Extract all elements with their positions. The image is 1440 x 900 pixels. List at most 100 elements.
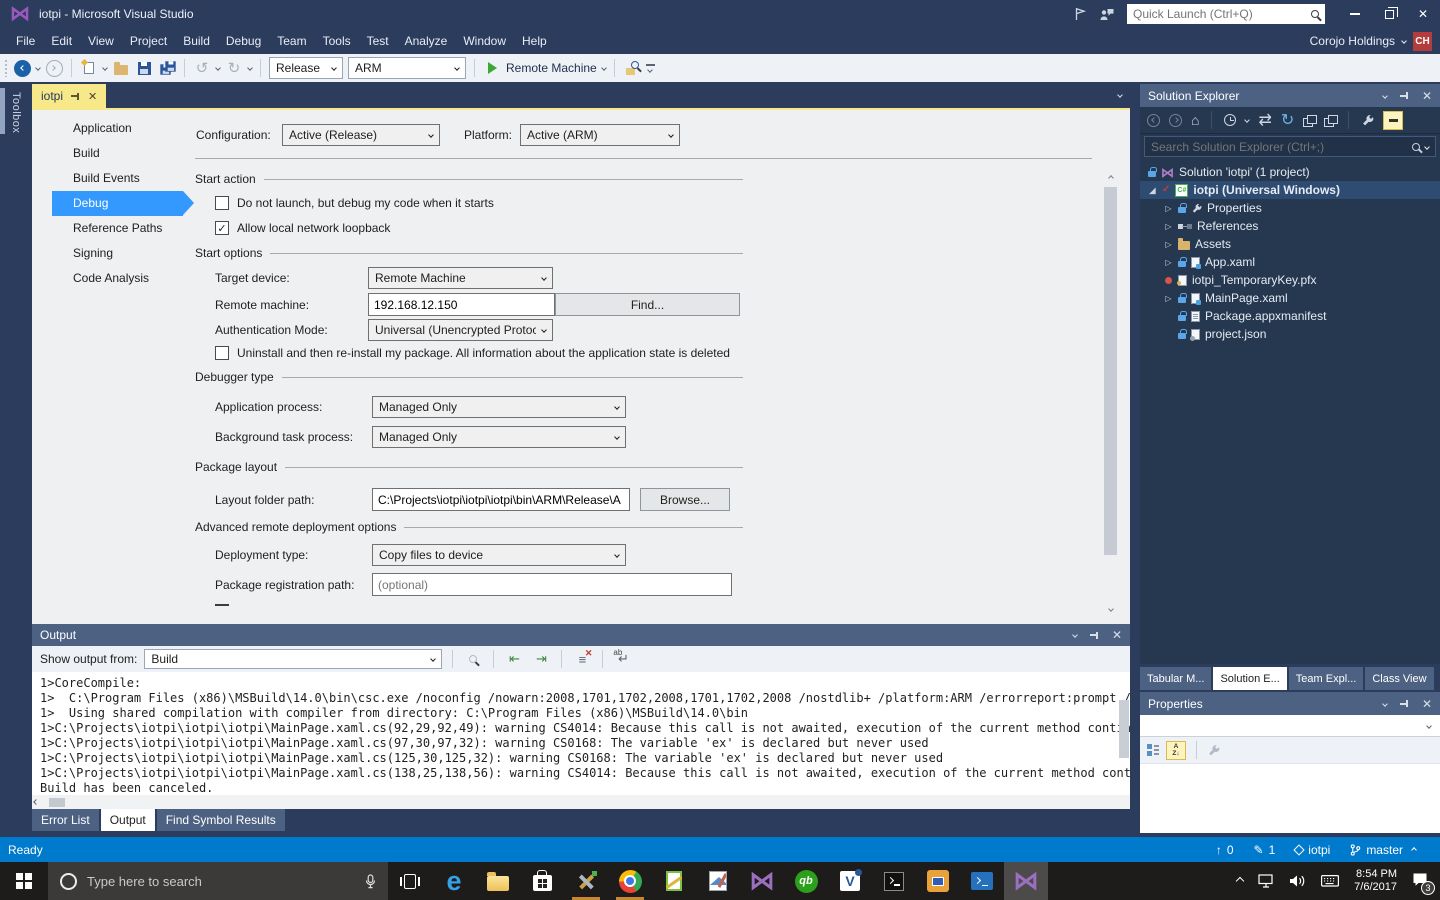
window-position-chevron-icon[interactable]: [1382, 93, 1388, 99]
new-project-chevron-icon[interactable]: [102, 65, 108, 71]
open-file-icon[interactable]: [112, 57, 130, 79]
browse-button[interactable]: Browse...: [640, 488, 730, 511]
menu-help[interactable]: Help: [514, 28, 555, 54]
menu-edit[interactable]: Edit: [43, 28, 80, 54]
microsoft-store-icon[interactable]: [520, 862, 564, 900]
menu-window[interactable]: Window: [455, 28, 514, 54]
taskbar-clock[interactable]: 8:54 PM 7/6/2017: [1354, 868, 1397, 895]
auth-mode-dropdown[interactable]: Universal (Unencrypted Protoc: [368, 319, 553, 341]
find-button[interactable]: Find...: [555, 293, 740, 316]
account-name[interactable]: Corojo Holdings: [1310, 34, 1395, 48]
taskbar-search[interactable]: Type here to search: [48, 862, 388, 900]
pending-changes-filter-icon[interactable]: [1224, 114, 1236, 126]
tree-item-project-json[interactable]: project.json: [1140, 325, 1440, 343]
remote-desktop-icon[interactable]: [916, 862, 960, 900]
tree-item-app-xaml[interactable]: ▷ App.xaml: [1140, 253, 1440, 271]
tree-item-properties[interactable]: ▷ Properties: [1140, 199, 1440, 217]
output-vertical-scrollbar[interactable]: [1119, 700, 1129, 758]
find-in-files-icon[interactable]: [623, 57, 641, 79]
next-message-icon[interactable]: ⇥: [531, 649, 551, 669]
paint-icon[interactable]: [696, 862, 740, 900]
undo-chevron-icon[interactable]: [215, 65, 221, 71]
powershell-icon[interactable]: [960, 862, 1004, 900]
account-avatar[interactable]: CH: [1413, 32, 1432, 51]
properties-wrench-icon[interactable]: [1361, 114, 1374, 127]
navigate-forward-icon[interactable]: [45, 57, 63, 79]
close-button[interactable]: ✕: [1406, 0, 1440, 28]
start-debugging-target[interactable]: Remote Machine: [506, 61, 597, 75]
pin-icon[interactable]: [1400, 91, 1409, 100]
search-options-chevron-icon[interactable]: [1424, 144, 1430, 150]
pin-icon[interactable]: [71, 92, 80, 101]
scrollbar-thumb[interactable]: [1104, 187, 1117, 555]
output-log[interactable]: 1>CoreCompile: 1> C:\Program Files (x86)…: [32, 672, 1130, 795]
find-message-icon[interactable]: [463, 649, 483, 669]
tab-list-chevron-icon[interactable]: [1117, 92, 1123, 98]
save-icon[interactable]: [135, 57, 153, 79]
keyboard-icon[interactable]: [1321, 875, 1339, 887]
quick-launch-search[interactable]: [1127, 4, 1325, 24]
expander-collapsed-icon[interactable]: ▷: [1164, 240, 1173, 249]
navigate-back-chevron-icon[interactable]: [35, 65, 41, 71]
repository[interactable]: iotpi: [1295, 843, 1330, 857]
action-center-icon[interactable]: 3: [1412, 872, 1428, 891]
tree-item-package-appxmanifest[interactable]: Package.appxmanifest: [1140, 307, 1440, 325]
close-tab-icon[interactable]: ✕: [88, 90, 97, 103]
menu-tools[interactable]: Tools: [315, 28, 359, 54]
properties-grid[interactable]: [1140, 763, 1440, 833]
menu-analyze[interactable]: Analyze: [397, 28, 456, 54]
tab-iotpi[interactable]: iotpi ✕: [32, 84, 106, 108]
menu-test[interactable]: Test: [359, 28, 397, 54]
start-debugging-chevron-icon[interactable]: [601, 65, 607, 71]
expander-collapsed-icon[interactable]: ▷: [1164, 294, 1173, 303]
redo-chevron-icon[interactable]: [247, 65, 253, 71]
solution-search-input[interactable]: [1151, 140, 1407, 154]
menu-project[interactable]: Project: [122, 28, 175, 54]
close-panel-icon[interactable]: ✕: [1422, 697, 1432, 711]
expander-collapsed-icon[interactable]: ▷: [1164, 222, 1173, 231]
platform-dropdown[interactable]: Active (ARM): [520, 124, 680, 146]
start-debugging-icon[interactable]: [483, 57, 501, 79]
expander-collapsed-icon[interactable]: ▷: [1164, 258, 1173, 267]
remote-machine-input[interactable]: [368, 293, 555, 316]
menu-file[interactable]: File: [8, 28, 43, 54]
menu-debug[interactable]: Debug: [218, 28, 269, 54]
search-icon[interactable]: [1311, 10, 1319, 18]
no-launch-checkbox[interactable]: [215, 196, 229, 210]
deployment-type-dropdown[interactable]: Copy files to device: [372, 544, 626, 566]
close-panel-icon[interactable]: ✕: [1112, 628, 1122, 642]
window-position-chevron-icon[interactable]: [1382, 701, 1388, 707]
redo-icon[interactable]: ↻: [225, 57, 243, 79]
word-wrap-icon[interactable]: ab↵: [613, 649, 633, 669]
tab-class-view[interactable]: Class View: [1365, 667, 1433, 690]
close-panel-icon[interactable]: ✕: [1422, 89, 1432, 103]
undo-icon[interactable]: ↺: [193, 57, 211, 79]
tab-error-list[interactable]: Error List: [32, 809, 99, 831]
alphabetical-sort-icon[interactable]: AZ↓: [1166, 741, 1186, 760]
application-process-dropdown[interactable]: Managed Only: [372, 396, 626, 418]
volume-icon[interactable]: [1289, 874, 1306, 888]
iot-dashboard-icon[interactable]: [564, 862, 608, 900]
configuration-dropdown[interactable]: Active (Release): [282, 124, 440, 146]
tree-item-solution[interactable]: ⋈ Solution 'iotpi' (1 project): [1140, 163, 1440, 181]
quick-launch-input[interactable]: [1133, 7, 1305, 21]
send-feedback-icon[interactable]: [1099, 8, 1114, 21]
new-project-icon[interactable]: [80, 57, 98, 79]
notifications-flag-icon[interactable]: [1074, 7, 1086, 21]
pending-edits[interactable]: ✎ 1: [1254, 843, 1276, 857]
forward-icon[interactable]: [1169, 114, 1182, 127]
toolbar-grip[interactable]: [4, 59, 8, 77]
quickbooks-icon[interactable]: qb: [784, 862, 828, 900]
solution-configuration-dropdown[interactable]: Release: [269, 57, 343, 79]
expander-collapsed-icon[interactable]: ▷: [1164, 204, 1173, 213]
tab-solution-explorer[interactable]: Solution E...: [1213, 667, 1286, 690]
pin-icon[interactable]: [1090, 631, 1099, 640]
window-position-chevron-icon[interactable]: [1072, 632, 1078, 638]
output-horizontal-scrollbar[interactable]: [32, 795, 1130, 809]
tree-item-references[interactable]: ▷ References: [1140, 217, 1440, 235]
visual-studio-active-icon[interactable]: ⋈: [1004, 862, 1048, 900]
task-view-button[interactable]: [388, 862, 432, 900]
scrollbar-thumb[interactable]: [49, 798, 65, 807]
file-explorer-icon[interactable]: [476, 862, 520, 900]
form-scrollbar[interactable]: [1102, 170, 1119, 616]
